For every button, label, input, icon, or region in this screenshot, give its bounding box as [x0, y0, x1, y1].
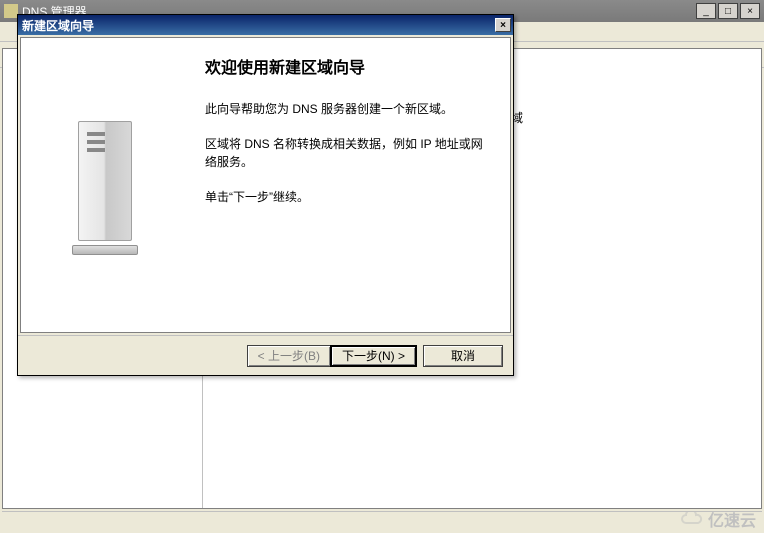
wizard-titlebar[interactable]: 新建区域向导 ×	[18, 15, 513, 35]
wizard-paragraph: 区域将 DNS 名称转换成相关数据，例如 IP 地址或网络服务。	[205, 135, 486, 172]
next-button[interactable]: 下一步(N) >	[330, 345, 417, 367]
close-button[interactable]: ×	[740, 3, 760, 19]
cloud-icon	[680, 511, 704, 527]
wizard-paragraph: 此向导帮助您为 DNS 服务器创建一个新区域。	[205, 100, 486, 119]
wizard-footer: < 上一步(B) 下一步(N) > 取消	[18, 335, 513, 375]
close-icon[interactable]: ×	[495, 18, 511, 32]
app-icon	[4, 4, 18, 18]
watermark-text: 亿速云	[708, 507, 756, 531]
wizard-content-pane: 欢迎使用新建区域向导 此向导帮助您为 DNS 服务器创建一个新区域。 区域将 D…	[185, 38, 510, 332]
wizard-paragraph: 单击“下一步”继续。	[205, 188, 486, 207]
cancel-button[interactable]: 取消	[423, 345, 503, 367]
new-zone-wizard-dialog: 新建区域向导 × 欢迎使用新建区域向导 此向导帮助您为 DNS 服务器创建一个新…	[17, 14, 514, 376]
wizard-title: 新建区域向导	[22, 17, 94, 34]
wizard-body: 欢迎使用新建区域向导 此向导帮助您为 DNS 服务器创建一个新区域。 区域将 D…	[20, 37, 511, 333]
main-statusbar	[2, 511, 762, 531]
minimize-button[interactable]: _	[696, 3, 716, 19]
back-button: < 上一步(B)	[247, 345, 331, 367]
maximize-button[interactable]: □	[718, 3, 738, 19]
server-icon	[68, 115, 138, 255]
wizard-illustration-pane	[21, 38, 185, 332]
watermark: 亿速云	[680, 507, 756, 531]
wizard-heading: 欢迎使用新建区域向导	[205, 54, 486, 78]
